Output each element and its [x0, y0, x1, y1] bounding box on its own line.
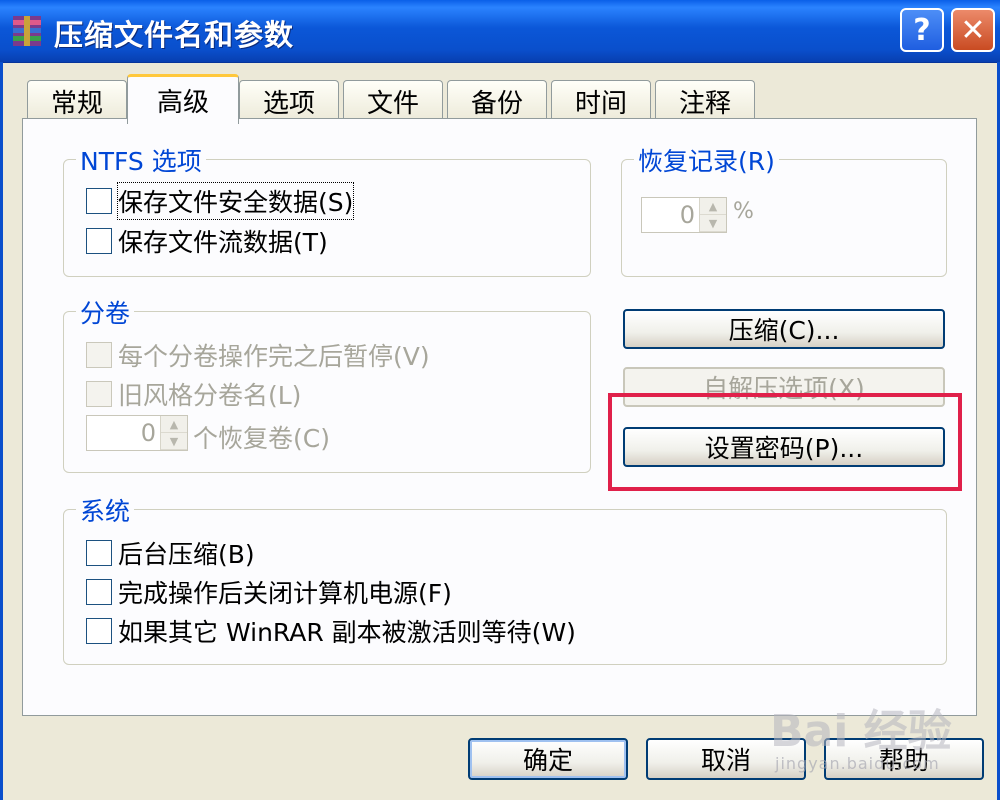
recovery-percent-spinner[interactable]: 0 ▲ ▼ — [641, 197, 727, 233]
baidu-watermark: Bai 经验 — [770, 706, 952, 757]
tab-label: 注释 — [678, 89, 731, 119]
old-style-names-label: 旧风格分卷名(L) — [118, 381, 302, 410]
system-legend: 系统 — [76, 492, 135, 528]
recovery-volumes-value: 0 — [140, 419, 156, 447]
up-arrow-icon[interactable]: ▲ — [161, 416, 187, 433]
highlight-box — [608, 393, 962, 491]
tab-files[interactable]: 文件 — [343, 80, 443, 122]
recovery-volumes-text: 个恢复卷(C) — [193, 424, 330, 453]
up-arrow-icon[interactable]: ▲ — [700, 198, 726, 215]
ok-button[interactable]: 确定 — [468, 738, 628, 780]
tab-backup[interactable]: 备份 — [447, 80, 547, 122]
title-help-button[interactable]: ? — [900, 8, 944, 52]
pause-after-volume-label: 每个分卷操作完之后暂停(V) — [118, 342, 430, 371]
volumes-legend: 分卷 — [76, 294, 135, 330]
pause-after-volume-checkbox[interactable]: 每个分卷操作完之后暂停(V) — [86, 337, 430, 373]
percent-unit: % — [733, 199, 754, 224]
shutdown-label: 完成操作后关闭计算机电源(F) — [118, 579, 452, 608]
wait-other-copies-checkbox[interactable]: 如果其它 WinRAR 副本被激活则等待(W) — [86, 613, 576, 649]
compression-button-label: 压缩(C)... — [728, 316, 840, 345]
tab-label: 选项 — [262, 89, 315, 119]
shutdown-checkbox[interactable]: 完成操作后关闭计算机电源(F) — [86, 574, 452, 610]
spinner-arrows[interactable]: ▲ ▼ — [699, 198, 726, 232]
watermark-url: jingyan.baidu.com — [775, 754, 940, 773]
save-streams-checkbox[interactable]: 保存文件流数据(T) — [86, 223, 328, 259]
checkbox-box[interactable] — [86, 228, 112, 254]
recovery-legend: 恢复记录(R) — [634, 142, 779, 178]
down-arrow-icon[interactable]: ▼ — [700, 215, 726, 232]
ntfs-legend: NTFS 选项 — [76, 142, 206, 178]
save-security-checkbox[interactable]: 保存文件安全数据(S) — [86, 182, 355, 220]
tab-label: 高级 — [156, 88, 209, 118]
tab-label: 常规 — [50, 89, 103, 119]
save-streams-label: 保存文件流数据(T) — [118, 228, 328, 257]
checkbox-box[interactable] — [86, 540, 112, 566]
background-compress-label: 后台压缩(B) — [118, 540, 255, 569]
old-style-names-checkbox[interactable]: 旧风格分卷名(L) — [86, 376, 301, 412]
title-bar: 压缩文件名和参数 ? ✕ — [0, 0, 1000, 63]
checkbox-box[interactable] — [86, 188, 112, 214]
background-compress-checkbox[interactable]: 后台压缩(B) — [86, 535, 255, 571]
down-arrow-icon[interactable]: ▼ — [161, 433, 187, 450]
recovery-volumes-spinner[interactable]: 0 ▲ ▼ — [86, 415, 188, 451]
recovery-volumes-label: 个恢复卷(C) — [193, 419, 330, 455]
tab-label: 备份 — [470, 89, 523, 119]
tab-advanced[interactable]: 高级 — [127, 74, 239, 124]
spinner-arrows[interactable]: ▲ ▼ — [160, 416, 187, 450]
tab-time[interactable]: 时间 — [551, 80, 651, 122]
recovery-percent-value: 0 — [679, 201, 695, 229]
tab-options[interactable]: 选项 — [239, 80, 339, 122]
question-icon: ? — [913, 12, 931, 48]
close-icon: ✕ — [960, 12, 986, 48]
checkbox-box[interactable] — [86, 618, 112, 644]
tab-label: 文件 — [366, 89, 419, 119]
percent-label: % — [733, 199, 754, 224]
title-close-button[interactable]: ✕ — [951, 8, 995, 52]
wait-other-copies-label: 如果其它 WinRAR 副本被激活则等待(W) — [118, 618, 576, 647]
tab-label: 时间 — [574, 89, 627, 119]
tab-general[interactable]: 常规 — [27, 80, 127, 122]
cancel-label: 取消 — [700, 746, 751, 775]
compression-button[interactable]: 压缩(C)... — [623, 309, 945, 349]
checkbox-box[interactable] — [86, 342, 112, 368]
winrar-icon — [13, 16, 41, 46]
checkbox-box[interactable] — [86, 579, 112, 605]
checkbox-box[interactable] — [86, 381, 112, 407]
ok-label: 确定 — [522, 746, 573, 775]
tab-comment[interactable]: 注释 — [655, 80, 755, 122]
window-title: 压缩文件名和参数 — [54, 18, 295, 52]
save-security-label: 保存文件安全数据(S) — [116, 182, 355, 220]
